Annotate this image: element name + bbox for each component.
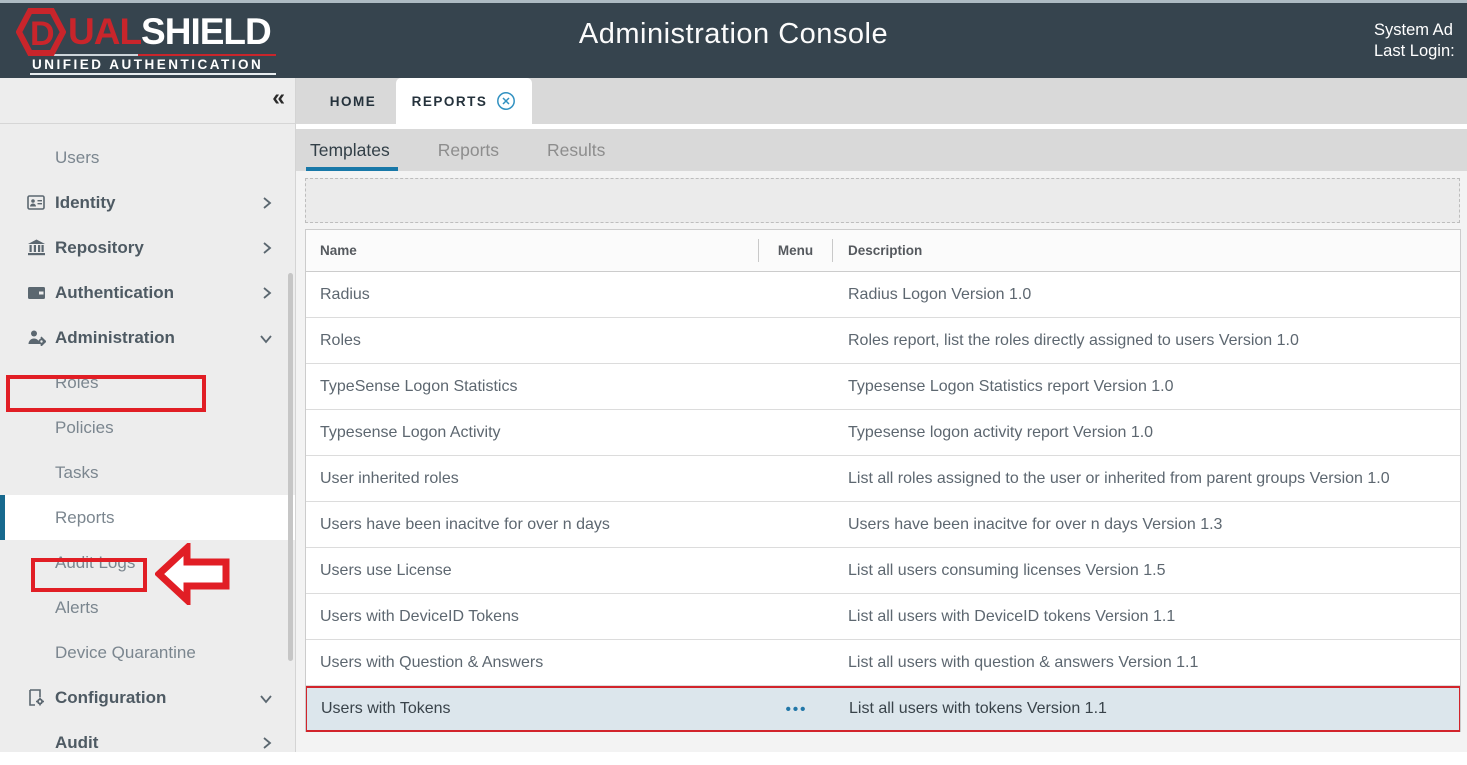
table-header-row: Name Menu Description — [306, 230, 1460, 272]
sidebar-header: « — [0, 78, 295, 124]
tab-bar: HOME REPORTS — [296, 78, 1467, 124]
user-session-info: System Ad Last Login: — [1374, 20, 1455, 62]
sidebar-item-repository[interactable]: Repository — [0, 225, 295, 270]
dualshield-hexagon-d-icon: D — [16, 8, 66, 56]
table-row[interactable]: TypeSense Logon Statistics Typesense Log… — [306, 364, 1460, 410]
table-row-selected[interactable]: Users with Tokens ••• List all users wit… — [306, 686, 1460, 732]
bank-icon — [27, 239, 46, 256]
brand-text-red: UAL — [68, 12, 141, 52]
brand-text-white: SHIELD — [141, 12, 271, 52]
sidebar-item-audit[interactable]: Audit — [0, 720, 295, 765]
tab-home[interactable]: HOME — [310, 78, 396, 124]
brand-tagline: UNIFIED AUTHENTICATION — [32, 57, 276, 73]
brand-underline — [30, 73, 276, 75]
subtab-templates[interactable]: Templates — [308, 129, 392, 171]
table-row[interactable]: Users use License List all users consumi… — [306, 548, 1460, 594]
column-header-name[interactable]: Name — [306, 243, 758, 258]
column-header-description[interactable]: Description — [833, 243, 1460, 258]
chevron-right-icon — [261, 240, 273, 260]
subtab-reports[interactable]: Reports — [436, 129, 501, 171]
sidebar-item-configuration[interactable]: Configuration — [0, 675, 295, 720]
user-name: System Ad — [1374, 20, 1455, 41]
selected-indicator-bar — [0, 495, 5, 540]
wallet-icon — [27, 284, 46, 301]
sidebar-item-reports[interactable]: Reports — [0, 495, 295, 540]
dualshield-logo: D UALSHIELD UNIFIED AUTHENTICATION — [16, 10, 276, 75]
sidebar-item-audit-logs[interactable]: Audit Logs — [0, 540, 295, 585]
chevron-right-icon — [261, 195, 273, 215]
table-row[interactable]: Roles Roles report, list the roles direc… — [306, 318, 1460, 364]
sidebar-scrollbar[interactable] — [288, 273, 293, 661]
table-row[interactable]: Users with Question & Answers List all u… — [306, 640, 1460, 686]
sidebar-collapse-icon[interactable]: « — [272, 84, 285, 111]
chevron-down-icon — [259, 330, 273, 350]
sidebar-item-roles[interactable]: Roles — [0, 360, 295, 405]
templates-panel: Name Menu Description Radius Radius Logo… — [296, 171, 1467, 752]
document-gear-icon — [27, 689, 46, 706]
sidebar-item-authentication[interactable]: Authentication — [0, 270, 295, 315]
table-row[interactable]: Users have been inacitve for over n days… — [306, 502, 1460, 548]
table-row[interactable]: Typesense Logon Activity Typesense logon… — [306, 410, 1460, 456]
last-login: Last Login: — [1374, 41, 1455, 62]
sidebar-item-administration[interactable]: Administration — [0, 315, 295, 360]
chevron-right-icon — [261, 285, 273, 305]
templates-table: Name Menu Description Radius Radius Logo… — [305, 229, 1461, 732]
table-row[interactable]: Radius Radius Logon Version 1.0 — [306, 272, 1460, 318]
app-header: D UALSHIELD UNIFIED AUTHENTICATION Admin… — [0, 0, 1467, 78]
row-menu-dots-icon[interactable]: ••• — [759, 688, 834, 730]
brand-divider — [30, 54, 276, 56]
sidebar-item-alerts[interactable]: Alerts — [0, 585, 295, 630]
subtab-bar: Templates Reports Results — [296, 129, 1467, 171]
sidebar-menu: Users Identity — [0, 135, 295, 765]
sidebar: « Users Identity — [0, 78, 296, 752]
user-gear-icon — [27, 329, 46, 346]
id-card-icon — [27, 194, 46, 211]
sidebar-item-identity[interactable]: Identity — [0, 180, 295, 225]
main-content: HOME REPORTS Templates Reports Results N… — [296, 78, 1467, 752]
chevron-down-icon — [259, 690, 273, 710]
svg-text:D: D — [30, 15, 55, 53]
close-tab-icon[interactable] — [496, 91, 516, 111]
page-title: Administration Console — [579, 18, 888, 51]
subtab-results[interactable]: Results — [545, 129, 607, 171]
table-row[interactable]: Users with DeviceID Tokens List all user… — [306, 594, 1460, 640]
chevron-right-icon — [261, 735, 273, 755]
sidebar-item-policies[interactable]: Policies — [0, 405, 295, 450]
table-row[interactable]: User inherited roles List all roles assi… — [306, 456, 1460, 502]
sidebar-item-tasks[interactable]: Tasks — [0, 450, 295, 495]
column-header-menu[interactable]: Menu — [758, 230, 833, 271]
empty-toolbar-area — [305, 178, 1460, 223]
sidebar-item-device-quarantine[interactable]: Device Quarantine — [0, 630, 295, 675]
tab-reports[interactable]: REPORTS — [396, 78, 532, 124]
sidebar-item-users[interactable]: Users — [0, 135, 295, 180]
